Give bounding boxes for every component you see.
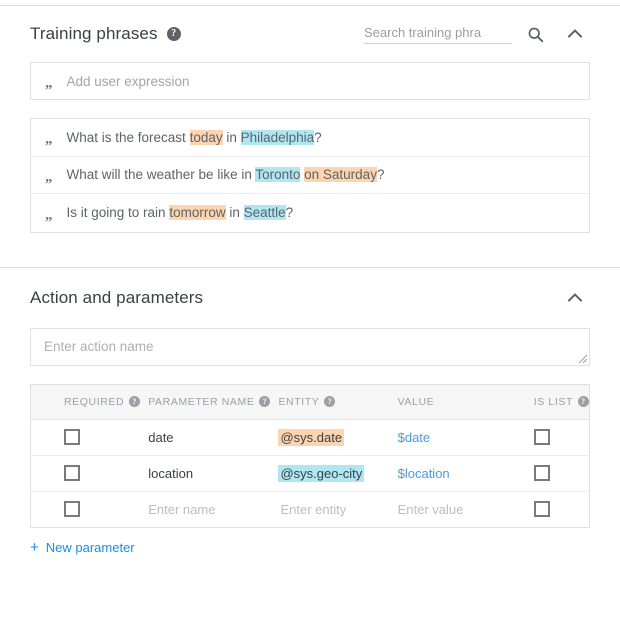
is-list-checkbox[interactable]: [534, 501, 550, 517]
training-phrases-header: Training phrases ?: [0, 6, 620, 62]
training-phrase-row[interactable]: „What will the weather be like in Toront…: [31, 157, 589, 195]
phrase-text-segment: in: [223, 130, 241, 145]
new-parameter-label: New parameter: [46, 540, 135, 555]
value-cell[interactable]: $date: [390, 419, 504, 455]
action-parameters-header: Action and parameters: [0, 268, 620, 328]
spacer: [0, 233, 620, 267]
column-header-value: VALUE: [390, 384, 504, 419]
help-icon[interactable]: ?: [578, 396, 589, 407]
table-header-row: REQUIRED?PARAMETER NAME?ENTITY?VALUEIS L…: [31, 384, 590, 419]
phrase-text-segment: Is it going to rain: [67, 205, 170, 220]
value-cell[interactable]: $location: [390, 455, 504, 491]
help-icon[interactable]: ?: [259, 396, 270, 407]
phrase-text-segment: ?: [314, 130, 322, 145]
chevron-up-icon[interactable]: [560, 283, 590, 313]
parameter-name-cell[interactable]: Enter name: [140, 491, 270, 527]
training-phrase-text: Is it going to rain tomorrow in Seattle?: [67, 205, 294, 220]
is-list-checkbox[interactable]: [534, 465, 550, 481]
table-row[interactable]: Enter name Enter entity Enter value: [31, 491, 590, 527]
action-name-field-wrap: [30, 328, 590, 366]
required-checkbox[interactable]: [64, 465, 80, 481]
search-icon[interactable]: [522, 21, 548, 47]
entity-annotation-location: Seattle: [244, 205, 286, 220]
value-text: Enter value: [398, 502, 464, 517]
entity-text: @sys.geo-city: [278, 465, 364, 482]
entity-annotation-location: Toronto: [255, 167, 300, 182]
column-header-required: REQUIRED?: [31, 384, 141, 419]
table-row[interactable]: date @sys.date $date: [31, 419, 590, 455]
phrase-text-segment: ?: [286, 205, 294, 220]
entity-cell[interactable]: Enter entity: [270, 491, 389, 527]
value-text: $location: [398, 466, 450, 481]
entity-text: @sys.date: [278, 429, 344, 446]
parameter-name-cell[interactable]: location: [140, 455, 270, 491]
required-cell: [31, 455, 141, 491]
new-parameter-button[interactable]: + New parameter: [30, 540, 135, 555]
column-header-label: ENTITY: [278, 396, 319, 408]
column-header-label: IS LIST: [534, 396, 573, 408]
phrase-text-segment: in: [226, 205, 244, 220]
required-checkbox[interactable]: [64, 429, 80, 445]
training-phrase-row[interactable]: „Is it going to rain tomorrow in Seattle…: [31, 194, 589, 232]
required-checkbox[interactable]: [64, 501, 80, 517]
is-list-checkbox[interactable]: [534, 429, 550, 445]
help-icon[interactable]: ?: [167, 27, 181, 41]
plus-icon: +: [30, 540, 39, 555]
entity-annotation-date: tomorrow: [169, 205, 225, 220]
column-header-inner: PARAMETER NAME?: [148, 396, 270, 408]
is-list-cell: [504, 419, 590, 455]
column-header-label: REQUIRED: [64, 396, 124, 408]
is-list-cell: [504, 455, 590, 491]
entity-annotation-date: today: [190, 130, 223, 145]
training-phrases-list: „What is the forecast today in Philadelp…: [30, 118, 590, 233]
value-cell[interactable]: Enter value: [390, 491, 504, 527]
help-icon[interactable]: ?: [324, 396, 335, 407]
training-phrase-text: What will the weather be like in Toronto…: [67, 167, 385, 182]
training-phrase-row[interactable]: „What is the forecast today in Philadelp…: [31, 119, 589, 157]
column-header-label: VALUE: [398, 396, 435, 408]
entity-annotation-date: on Saturday: [304, 167, 377, 182]
intent-editor-page: Training phrases ? „ Add user expression…: [0, 5, 620, 639]
add-user-expression-placeholder: Add user expression: [67, 74, 190, 89]
chevron-up-icon[interactable]: [560, 19, 590, 49]
entity-cell[interactable]: @sys.geo-city: [270, 455, 389, 491]
column-header-inner: REQUIRED?: [64, 396, 140, 408]
parameters-table: REQUIRED?PARAMETER NAME?ENTITY?VALUEIS L…: [30, 384, 590, 528]
column-header-label: PARAMETER NAME: [148, 396, 254, 408]
action-parameters-title: Action and parameters: [30, 288, 203, 308]
parameter-name-text: date: [148, 430, 173, 445]
entity-cell[interactable]: @sys.date: [270, 419, 389, 455]
table-row[interactable]: location @sys.geo-city $location: [31, 455, 590, 491]
phrase-text-segment: What will the weather be like in: [67, 167, 256, 182]
parameters-table-head: REQUIRED?PARAMETER NAME?ENTITY?VALUEIS L…: [31, 384, 590, 419]
column-header-inner: ENTITY?: [278, 396, 389, 408]
search-training-phrases-field[interactable]: [364, 25, 512, 44]
parameter-name-text: location: [148, 466, 193, 481]
column-header-inner: IS LIST?: [534, 396, 589, 408]
phrase-text-segment: What is the forecast: [67, 130, 190, 145]
spacer: [0, 100, 620, 118]
action-name-input[interactable]: [30, 328, 590, 366]
required-cell: [31, 491, 141, 527]
column-header-inner: VALUE: [398, 396, 504, 408]
column-header-parameter-name: PARAMETER NAME?: [140, 384, 270, 419]
add-user-expression-row[interactable]: „ Add user expression: [31, 63, 589, 99]
search-input[interactable]: [364, 25, 512, 40]
parameter-name-cell[interactable]: date: [140, 419, 270, 455]
column-header-is-list: IS LIST?: [504, 384, 590, 419]
parameter-name-text: Enter name: [148, 502, 215, 517]
column-header-entity: ENTITY?: [270, 384, 389, 419]
add-user-expression-card[interactable]: „ Add user expression: [30, 62, 590, 100]
training-phrases-title: Training phrases: [30, 24, 158, 44]
parameters-table-body: date @sys.date $date location @sys.geo-city $…: [31, 419, 590, 527]
value-text: $date: [398, 430, 431, 445]
entity-text: Enter entity: [278, 501, 348, 518]
entity-annotation-location: Philadelphia: [241, 130, 315, 145]
phrase-text-segment: ?: [377, 167, 385, 182]
help-icon[interactable]: ?: [129, 396, 140, 407]
required-cell: [31, 419, 141, 455]
is-list-cell: [504, 491, 590, 527]
training-phrase-text: What is the forecast today in Philadelph…: [67, 130, 322, 145]
